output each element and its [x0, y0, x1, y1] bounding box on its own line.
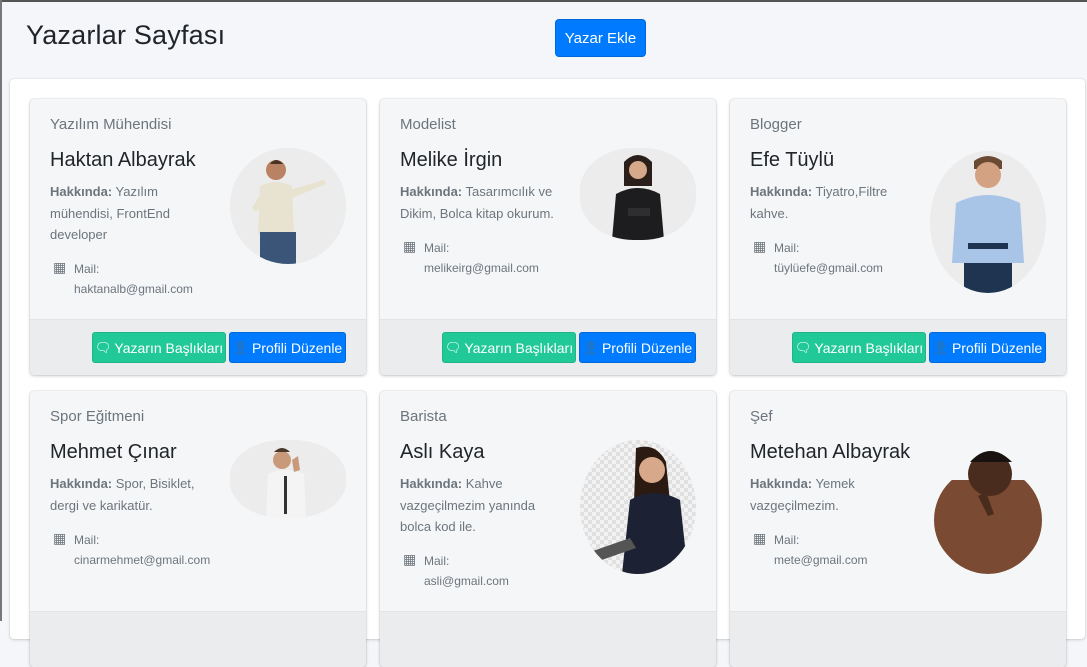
comments-icon: 🗨: [444, 339, 462, 355]
author-title: Modelist: [400, 116, 456, 133]
author-about: Hakkında: Tasarımcılık ve Dikim, Bolca k…: [400, 181, 568, 224]
about-label: Hakkında:: [50, 476, 113, 491]
add-author-button[interactable]: Yazar Ekle: [555, 19, 646, 57]
card-footer: 🗨 Yazarın Başlıkları 👤 Profili Düzenle: [380, 319, 716, 375]
avatar: [930, 151, 1046, 293]
author-topics-button[interactable]: 🗨 Yazarın Başlıkları: [442, 332, 576, 363]
author-name: Efe Tüylü: [750, 149, 835, 171]
building-icon: ▦: [753, 530, 767, 546]
edit-button-label: Profili Düzenle: [251, 339, 343, 356]
card-footer: 🗨 Yazarın Başlıkları 👤 Profili Düzenle: [730, 319, 1066, 375]
building-icon: ▦: [753, 238, 767, 254]
building-icon: ▦: [53, 259, 67, 275]
author-name: Melike İrgin: [400, 149, 503, 171]
author-title: Barista: [400, 408, 447, 425]
mail-label: Mail:: [74, 262, 100, 276]
avatar-image: [930, 151, 1046, 293]
author-title: Yazılım Mühendisi: [50, 116, 172, 133]
window-left-border: [0, 0, 2, 621]
about-label: Hakkında:: [400, 184, 463, 199]
mail-label: Mail:: [424, 554, 450, 568]
authors-panel: Yazılım Mühendisi Haktan Albayrak Hakkın…: [10, 79, 1085, 667]
edit-button-label: Profili Düzenle: [601, 339, 693, 356]
author-about: Hakkında: Kahve vazgeçilmezim yanında bo…: [400, 473, 568, 538]
author-name: Aslı Kaya: [400, 441, 485, 463]
author-about: Hakkında: Yazılım mühendisi, FrontEnd de…: [50, 181, 218, 246]
building-icon: ▦: [403, 238, 417, 254]
author-card: Yazılım Mühendisi Haktan Albayrak Hakkın…: [30, 99, 366, 375]
page-header: Yazarlar Sayfası Yazar Ekle: [0, 2, 1087, 72]
author-card: Spor Eğitmeni Mehmet Çınar Hakkında: Spo…: [30, 391, 366, 667]
author-card: Blogger Efe Tüylü Hakkında: Tiyatro,Filt…: [730, 99, 1066, 375]
mail-label: Mail:: [774, 241, 800, 255]
author-mail: haktanalb@gmail.com: [74, 282, 193, 296]
mail-label: Mail:: [74, 533, 100, 547]
author-about: Hakkında: Spor, Bisiklet, dergi ve karik…: [50, 473, 218, 516]
avatar-image: [580, 440, 696, 574]
comments-icon: 🗨: [94, 339, 112, 355]
avatar: [930, 440, 1046, 574]
author-title: Blogger: [750, 116, 802, 133]
avatar-image: [230, 440, 346, 518]
mail-label: Mail:: [774, 533, 800, 547]
building-icon: ▦: [403, 551, 417, 567]
mail-label: Mail:: [424, 241, 450, 255]
author-name: Haktan Albayrak: [50, 149, 196, 171]
edit-profile-button[interactable]: 👤 Profili Düzenle: [579, 332, 696, 363]
author-mail: tüylüefe@gmail.com: [774, 261, 883, 275]
topics-button-label: Yazarın Başlıkları: [114, 339, 224, 356]
edit-profile-button[interactable]: 👤 Profili Düzenle: [229, 332, 346, 363]
user-icon: 👤: [582, 339, 599, 355]
card-footer: [30, 611, 366, 667]
about-label: Hakkında:: [400, 476, 463, 491]
card-footer: 🗨 Yazarın Başlıkları 👤 Profili Düzenle: [30, 319, 366, 375]
avatar-image: [580, 148, 696, 240]
author-mail: asli@gmail.com: [424, 574, 509, 588]
about-label: Hakkında:: [750, 476, 813, 491]
avatar-image: [230, 148, 346, 264]
topics-button-label: Yazarın Başlıkları: [464, 339, 574, 356]
card-footer: [730, 611, 1066, 667]
topics-button-label: Yazarın Başlıkları: [814, 339, 924, 356]
building-icon: ▦: [53, 530, 67, 546]
author-mail: melikeirg@gmail.com: [424, 261, 539, 275]
author-mail: mete@gmail.com: [774, 553, 868, 567]
about-label: Hakkında:: [750, 184, 813, 199]
author-about: Hakkında: Yemek vazgeçilmezim.: [750, 473, 918, 516]
user-icon: 👤: [232, 339, 249, 355]
avatar: [580, 148, 696, 240]
author-topics-button[interactable]: 🗨 Yazarın Başlıkları: [92, 332, 226, 363]
page-title: Yazarlar Sayfası: [26, 20, 226, 50]
avatar: [230, 148, 346, 264]
author-topics-button[interactable]: 🗨 Yazarın Başlıkları: [792, 332, 926, 363]
edit-button-label: Profili Düzenle: [951, 339, 1043, 356]
user-icon: 👤: [932, 339, 949, 355]
comments-icon: 🗨: [794, 339, 812, 355]
author-about: Hakkında: Tiyatro,Filtre kahve.: [750, 181, 918, 224]
author-mail: cinarmehmet@gmail.com: [74, 553, 211, 567]
edit-profile-button[interactable]: 👤 Profili Düzenle: [929, 332, 1046, 363]
about-label: Hakkında:: [50, 184, 113, 199]
author-name: Mehmet Çınar: [50, 441, 177, 463]
author-card: Şef Metehan Albayrak Hakkında: Yemek vaz…: [730, 391, 1066, 667]
author-name: Metehan Albayrak: [750, 441, 911, 463]
author-card: Barista Aslı Kaya Hakkında: Kahve vazgeç…: [380, 391, 716, 667]
avatar-image: [930, 440, 1046, 574]
avatar: [580, 440, 696, 574]
author-title: Spor Eğitmeni: [50, 408, 145, 425]
author-card: Modelist Melike İrgin Hakkında: Tasarımc…: [380, 99, 716, 375]
avatar: [230, 440, 346, 518]
author-title: Şef: [750, 408, 773, 425]
card-footer: [380, 611, 716, 667]
